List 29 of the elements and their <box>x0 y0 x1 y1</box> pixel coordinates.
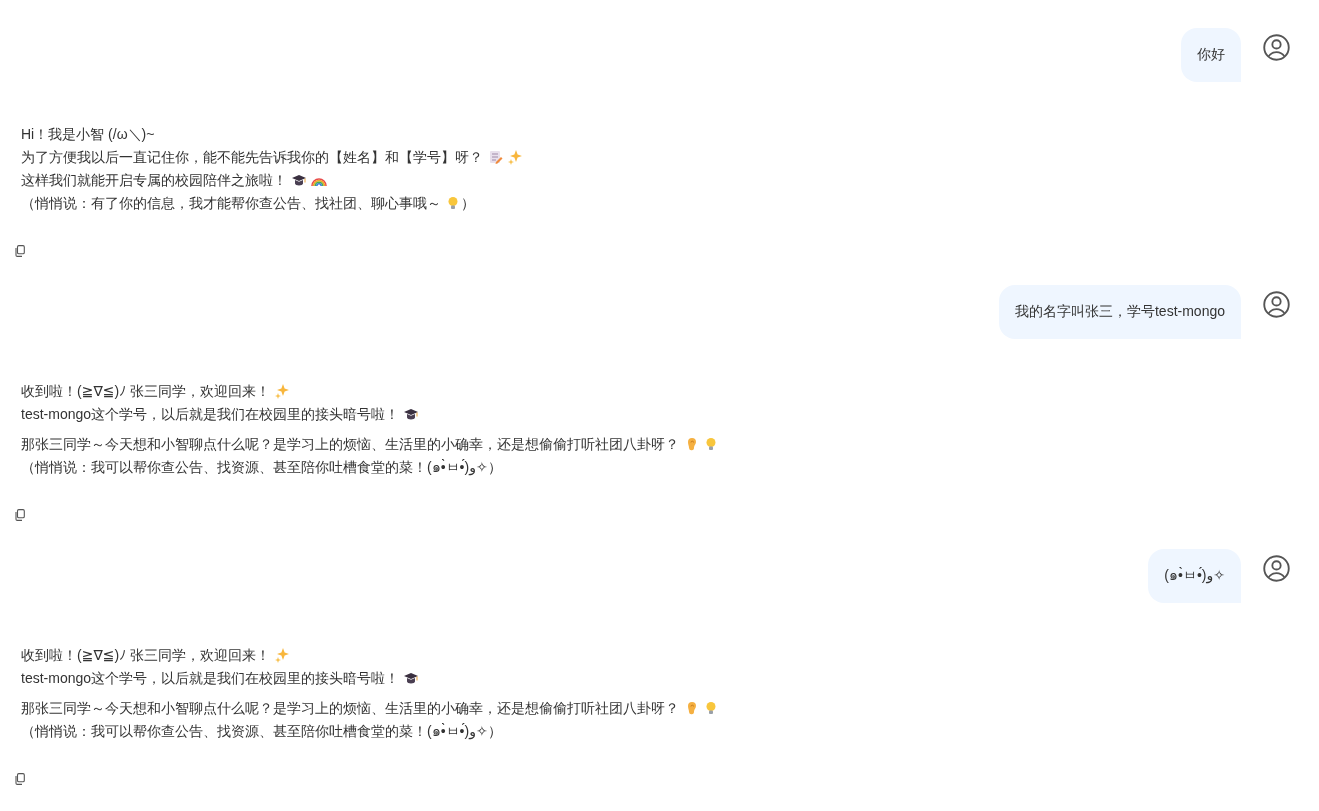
copy-button[interactable] <box>14 245 25 257</box>
memo-icon <box>487 149 503 165</box>
message-text: 收到啦！(≧∇≦)ﾉ 张三同学，欢迎回来！ <box>21 647 271 663</box>
copy-button[interactable] <box>14 773 25 785</box>
message-text: 为了方便我以后一直记住你，能不能先告诉我你的【姓名】和【学号】呀？ <box>21 149 483 165</box>
copy-button[interactable] <box>14 509 25 521</box>
user-avatar-icon <box>1263 555 1290 582</box>
message-text: test-mongo这个学号，以后就是我们在校园里的接头暗号啦！ <box>21 670 400 686</box>
message-text: 收到啦！(≧∇≦)ﾉ 张三同学，欢迎回来！ <box>21 383 271 399</box>
sparkles-icon <box>507 149 523 165</box>
message-text: 那张三同学～今天想和小智聊点什么呢？是学习上的烦恼、生活里的小确幸，还是想偷偷打听社团八卦呀？ <box>21 700 679 716</box>
user-message-bubble: 你好 <box>1181 28 1241 82</box>
message-text: Hi！我是小智 (/ω＼)~ <box>21 126 155 142</box>
graduation-cap-icon <box>403 670 420 686</box>
user-avatar-icon <box>1263 34 1290 61</box>
message-text: 那张三同学～今天想和小智聊点什么呢？是学习上的烦恼、生活里的小确幸，还是想偷偷打听社团八卦呀？ <box>21 436 679 452</box>
message-text: 这样我们就能开启专属的校园陪伴之旅啦！ <box>21 172 287 188</box>
message-text: test-mongo这个学号，以后就是我们在校园里的接头暗号啦！ <box>21 406 400 422</box>
graduation-cap-icon <box>291 172 307 188</box>
message-text: ） <box>461 195 475 211</box>
user-avatar-icon <box>1263 291 1290 318</box>
message-text: （悄悄说：我可以帮你查公告、找资源、甚至陪你吐槽食堂的菜！(๑•̀ㅂ•́)و✧） <box>21 459 502 475</box>
graduation-cap-icon <box>403 406 420 422</box>
message-text: （悄悄说：我可以帮你查公告、找资源、甚至陪你吐槽食堂的菜！(๑•̀ㅂ•́)و✧） <box>21 723 502 739</box>
user-message-bubble: (๑•̀ㅂ•́)و✧ <box>1148 549 1241 603</box>
user-message-bubble: 我的名字叫张三，学号test-mongo <box>998 285 1241 339</box>
message-text: （悄悄说：有了你的信息，我才能帮你查公告、找社团、聊心事哦～ <box>21 195 441 211</box>
sparkles-icon <box>274 647 291 663</box>
sparkles-icon <box>274 383 291 399</box>
